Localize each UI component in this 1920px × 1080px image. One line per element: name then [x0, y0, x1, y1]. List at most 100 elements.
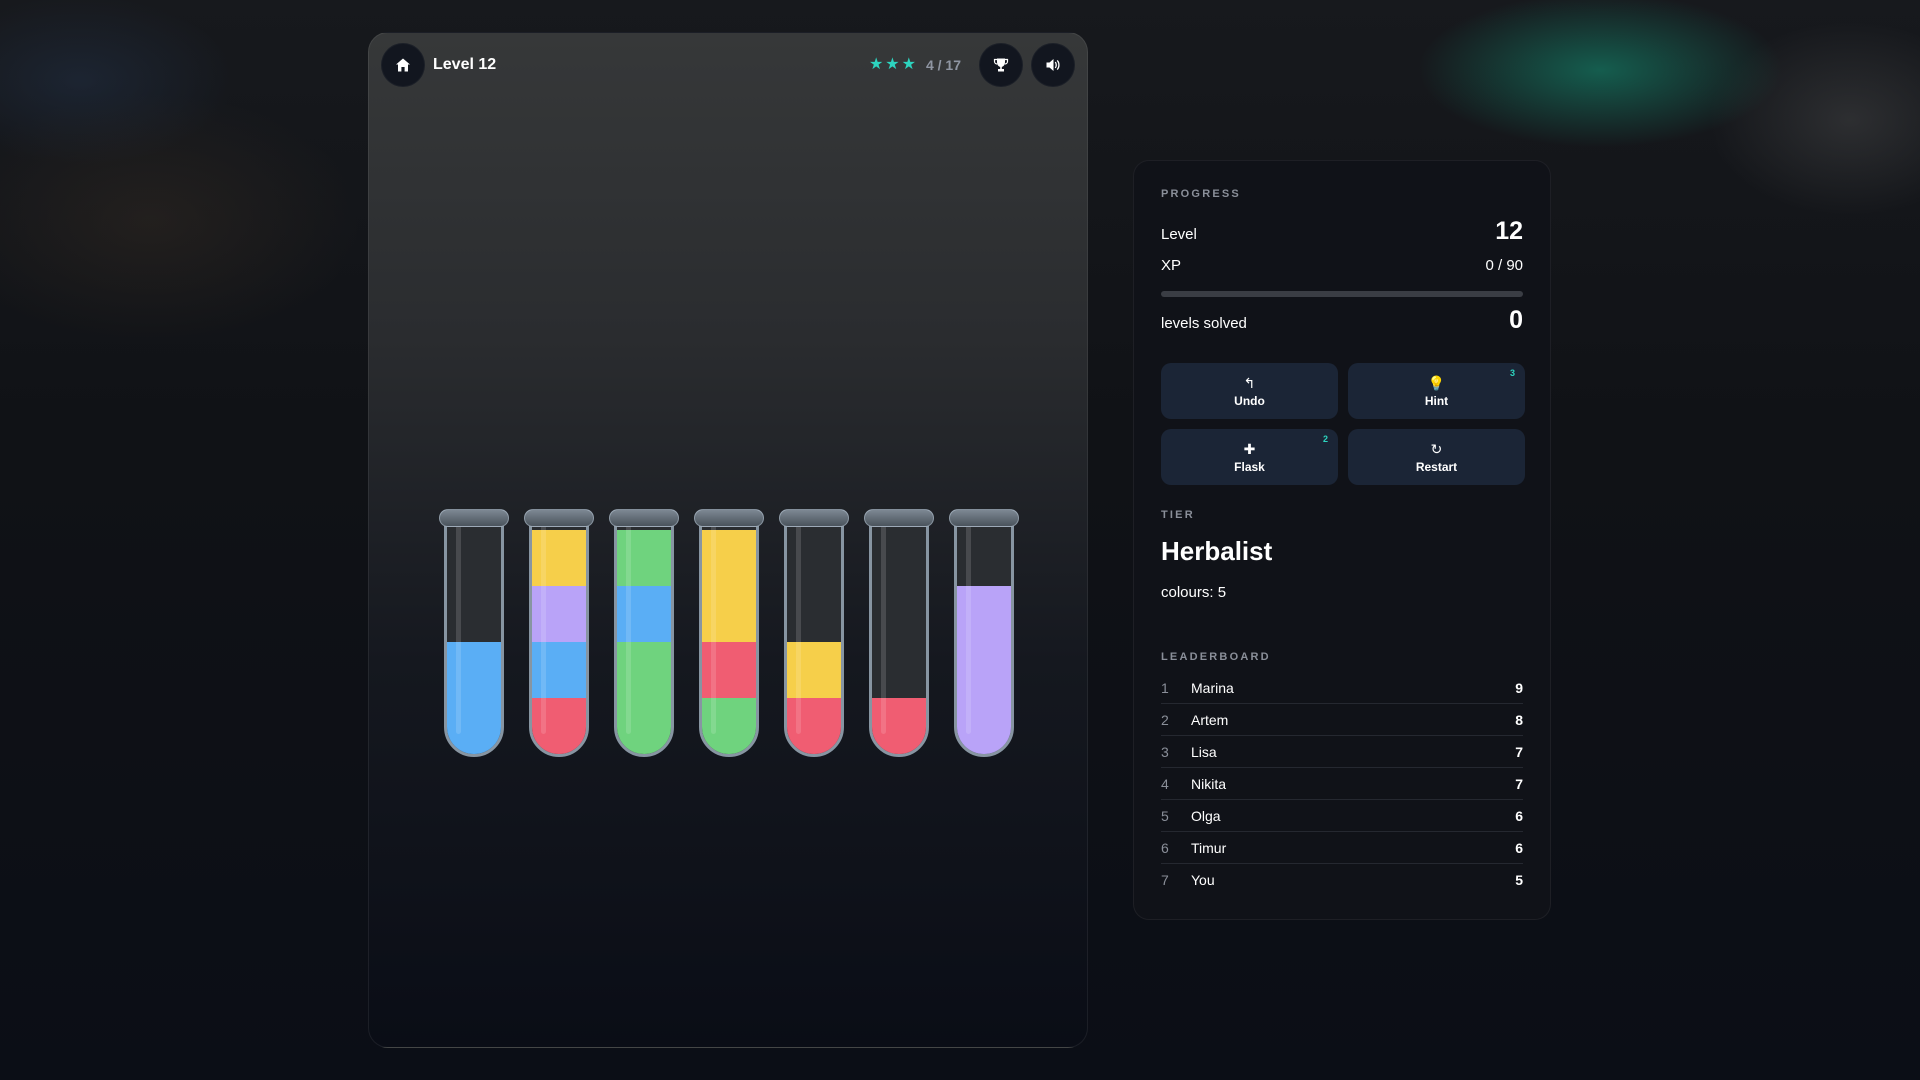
tube-shine — [541, 524, 546, 734]
leaderboard-row: 5 Olga 6 — [1161, 800, 1523, 832]
leaderboard-row: 2 Artem 8 — [1161, 704, 1523, 736]
speaker-icon — [1046, 59, 1060, 71]
tube-shine — [881, 524, 886, 734]
undo-icon: ↰ — [1243, 374, 1256, 391]
tube-shine — [711, 524, 716, 734]
trophy-icon — [993, 58, 1009, 72]
tube-rim — [779, 509, 849, 527]
leaderboard-row: 6 Timur 6 — [1161, 832, 1523, 864]
leaderboard-name: Lisa — [1191, 743, 1217, 760]
tube-rim — [864, 509, 934, 527]
leaderboard-name: Timur — [1191, 839, 1227, 856]
tube-2[interactable] — [524, 509, 594, 757]
leaderboard-score: 5 — [1515, 872, 1523, 888]
tube-3[interactable] — [609, 509, 679, 757]
leaderboard-row: 4 Nikita 7 — [1161, 768, 1523, 800]
tube-glass — [614, 517, 674, 757]
leaderboard-rank: 1 — [1161, 679, 1169, 696]
star-icon: ★ — [885, 56, 900, 73]
leaderboard-rank: 4 — [1161, 775, 1169, 792]
level-value: 12 — [1495, 217, 1523, 245]
level-label: Level — [1161, 226, 1197, 243]
undo-button[interactable]: ↰ Undo — [1161, 363, 1338, 419]
leaderboard-rank: 2 — [1161, 711, 1169, 728]
tier-name: Herbalist — [1161, 536, 1273, 566]
leaderboard-rank: 6 — [1161, 839, 1169, 856]
level-row: Level 12 — [1161, 217, 1523, 246]
tier-colours: colours: 5 — [1161, 584, 1227, 601]
flask-count-badge: 2 — [1322, 434, 1328, 444]
progress-section-label: PROGRESS — [1161, 188, 1241, 200]
tube-glass — [529, 517, 589, 757]
plus-icon: ✚ — [1243, 440, 1256, 457]
leaderboard-rank: 7 — [1161, 872, 1169, 888]
restart-icon: ↻ — [1430, 440, 1443, 457]
leaderboard-section-label: LEADERBOARD — [1161, 651, 1271, 663]
leaderboard-name: You — [1191, 872, 1215, 888]
flask-label: Flask — [1234, 459, 1265, 474]
xp-label: XP — [1161, 257, 1182, 274]
sound-button[interactable] — [1031, 43, 1075, 87]
tube-glass — [444, 517, 504, 757]
stars-count: 4 / 17 — [925, 57, 961, 73]
leaderboard-score: 9 — [1515, 679, 1523, 696]
tube-shine — [966, 524, 971, 734]
star-icon: ★ — [901, 56, 916, 73]
trophy-button[interactable] — [979, 43, 1023, 87]
leaderboard-name: Olga — [1191, 807, 1221, 824]
home-button[interactable] — [381, 43, 425, 87]
tube-glass — [784, 517, 844, 757]
xp-progress-bar — [1161, 291, 1523, 297]
tube-7[interactable] — [949, 509, 1019, 757]
tube-shine — [626, 524, 631, 734]
game-board: Level 12 ★ ★ ★ 4 / 17 — [368, 32, 1088, 1048]
lightbulb-icon: 💡 — [1427, 374, 1446, 391]
xp-row: XP 0 / 90 — [1161, 257, 1523, 274]
leaderboard-list: 1 Marina 9 2 Artem 8 3 Lisa 7 4 Nikita 7… — [1161, 672, 1523, 896]
leaderboard-name: Artem — [1191, 711, 1229, 728]
leaderboard-score: 7 — [1515, 775, 1523, 792]
hint-button[interactable]: 💡 Hint 3 — [1348, 363, 1525, 419]
game-top-bar: Level 12 ★ ★ ★ 4 / 17 — [381, 43, 1075, 87]
tube-glass — [869, 517, 929, 757]
xp-value: 0 / 90 — [1485, 257, 1523, 274]
leaderboard-rank: 5 — [1161, 807, 1169, 824]
levels-solved-row: levels solved 0 — [1161, 306, 1523, 335]
tube-rim — [439, 509, 509, 527]
restart-button[interactable]: ↻ Restart — [1348, 429, 1525, 485]
leaderboard-score: 6 — [1515, 839, 1523, 856]
leaderboard-score: 8 — [1515, 711, 1523, 728]
leaderboard-row: 7 You 5 — [1161, 864, 1523, 896]
home-icon — [396, 58, 410, 72]
tube-rim — [609, 509, 679, 527]
tube-4[interactable] — [694, 509, 764, 757]
levels-solved-label: levels solved — [1161, 315, 1247, 332]
tier-section-label: TIER — [1161, 509, 1195, 521]
tube-1[interactable] — [439, 509, 509, 757]
action-buttons: ↰ Undo 💡 Hint 3 ✚ Flask 2 ↻ Restart — [1161, 363, 1525, 485]
leaderboard-name: Nikita — [1191, 775, 1227, 792]
hint-count-badge: 3 — [1509, 368, 1515, 378]
hint-label: Hint — [1424, 393, 1449, 408]
tube-rack — [438, 473, 1028, 773]
star-icon: ★ — [868, 56, 884, 73]
leaderboard-row: 1 Marina 9 — [1161, 672, 1523, 704]
tube-glass — [954, 517, 1014, 757]
restart-label: Restart — [1415, 459, 1458, 474]
level-title: Level 12 — [433, 56, 497, 73]
tube-5[interactable] — [779, 509, 849, 757]
side-panel: PROGRESS Level 12 XP 0 / 90 levels solve… — [1133, 160, 1551, 920]
leaderboard-rank: 3 — [1161, 743, 1169, 760]
leaderboard-row: 3 Lisa 7 — [1161, 736, 1523, 768]
tube-glass — [699, 517, 759, 757]
add-flask-button[interactable]: ✚ Flask 2 — [1161, 429, 1338, 485]
tube-rim — [524, 509, 594, 527]
leaderboard-score: 7 — [1515, 743, 1523, 760]
stars-progress: ★ ★ ★ 4 / 17 — [869, 43, 961, 87]
undo-label: Undo — [1234, 393, 1265, 408]
tube-rim — [949, 509, 1019, 527]
tube-shine — [456, 524, 461, 734]
tube-6[interactable] — [864, 509, 934, 757]
tube-rim — [694, 509, 764, 527]
leaderboard-score: 6 — [1515, 807, 1523, 824]
